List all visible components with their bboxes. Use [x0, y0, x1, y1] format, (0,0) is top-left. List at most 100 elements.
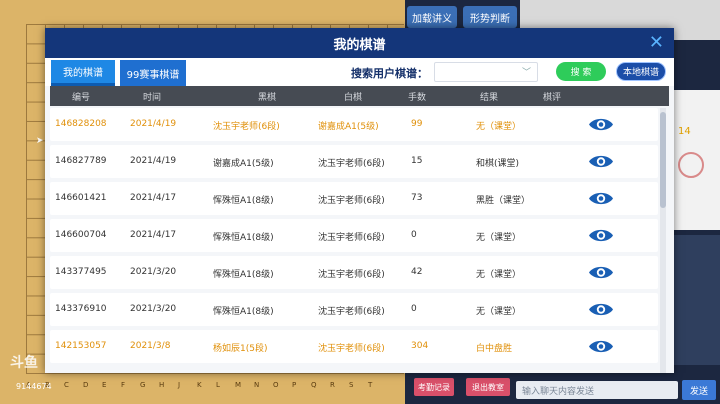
dialog-header: 我的棋谱 ✕	[45, 28, 674, 58]
table-row[interactable]: 143376910 2021/3/20 恽殊恒A1(8级) 沈玉宇老师(6段) 0 无（课…	[50, 293, 658, 326]
record-date: 2021/4/17	[130, 193, 177, 203]
record-date: 2021/4/19	[130, 156, 177, 166]
move-count: 73	[411, 193, 423, 203]
view-review-eye-icon[interactable]	[588, 190, 614, 207]
board-coordinate-label: G	[140, 381, 146, 389]
record-id: 142153057	[55, 341, 107, 351]
record-date: 2021/4/17	[130, 230, 177, 240]
local-records-button[interactable]: 本地棋谱	[616, 62, 666, 81]
board-coordinate-label: O	[273, 381, 279, 389]
view-review-eye-icon[interactable]	[588, 116, 614, 133]
table-row[interactable]: 146827789 2021/4/19 谢嘉成A1(5级) 沈玉宇老师(6段) 15 和棋…	[50, 145, 658, 178]
record-id: 146828208	[55, 119, 107, 129]
white-player: 沈玉宇老师(6段)	[318, 233, 385, 243]
room-id: 9144674	[16, 382, 52, 391]
tab-my-records[interactable]: 我的棋谱	[51, 60, 115, 86]
column-header: 白棋	[344, 92, 363, 103]
chevron-down-icon: ﹀	[521, 68, 531, 78]
white-player: 沈玉宇老师(6段)	[318, 159, 385, 169]
attendance-button[interactable]: 考勤记录	[414, 378, 454, 396]
white-player: 沈玉宇老师(6段)	[318, 270, 385, 280]
view-review-eye-icon[interactable]	[588, 301, 614, 318]
column-header: 编号	[72, 92, 91, 103]
table-header: 编号 时间 黑棋 白棋 手数 结果 棋评	[50, 86, 669, 106]
record-id: 146827789	[55, 156, 107, 166]
board-coordinate-label: M	[235, 381, 242, 389]
table-row[interactable]: 146601421 2021/4/17 恽殊恒A1(8级) 沈玉宇老师(6段) 73 黑胜…	[50, 182, 658, 215]
black-player: 恽殊恒A1(8级)	[213, 307, 274, 317]
table-scrollbar[interactable]	[660, 108, 666, 373]
record-id: 143376910	[55, 304, 107, 314]
chat-panel	[672, 235, 720, 365]
board-coordinate-label: F	[121, 381, 126, 389]
column-header: 棋评	[543, 92, 562, 103]
column-header: 结果	[480, 92, 499, 103]
column-header: 时间	[143, 92, 162, 103]
dialog-title: 我的棋谱	[333, 37, 386, 53]
board-coordinate-label: P	[292, 381, 297, 389]
black-player: 谢嘉成A1(5级)	[213, 159, 274, 169]
brand-logo: 斗鱼	[10, 355, 38, 371]
table-row[interactable]: 142153057 2021/3/8 杨如辰1(5段) 沈玉宇老师(6段) 304 白中盘…	[50, 330, 658, 363]
situation-judge-button[interactable]: 形势判断	[463, 6, 517, 28]
board-coordinate-label: K	[197, 381, 202, 389]
load-handout-button[interactable]: 加载讲义	[407, 6, 457, 28]
exit-class-button[interactable]: 退出教室	[466, 378, 510, 396]
move-count: 42	[411, 267, 423, 277]
result: 无（课堂）	[476, 270, 522, 280]
board-coordinate-label: Q	[311, 381, 317, 389]
result: 无（课堂）	[476, 233, 522, 243]
table-row[interactable]: 143377495 2021/3/20 恽殊恒A1(8级) 沈玉宇老师(6段) 42 无（…	[50, 256, 658, 289]
user-search-select[interactable]: ﹀	[434, 62, 538, 82]
close-icon[interactable]: ✕	[649, 32, 664, 53]
white-player: 沈玉宇老师(6段)	[318, 307, 385, 317]
table-row[interactable]: 146600704 2021/4/17 恽殊恒A1(8级) 沈玉宇老师(6段) 0 无（课…	[50, 219, 658, 252]
dialog-toolbar: 我的棋谱 99赛事棋谱 搜索用户棋谱： ﹀ 搜 索 本地棋谱	[45, 58, 674, 86]
record-date: 2021/3/8	[130, 341, 171, 351]
white-player: 沈玉宇老师(6段)	[318, 344, 385, 354]
board-coordinate-label: E	[102, 381, 107, 389]
black-player: 恽殊恒A1(8级)	[213, 270, 274, 280]
column-header: 手数	[408, 92, 427, 103]
board-coordinate-label: T	[368, 381, 373, 389]
white-player: 沈玉宇老师(6段)	[318, 196, 385, 206]
table-row[interactable]: 146828208 2021/4/19 沈玉宇老师(6段) 谢嘉成A1(5级) 99 无（…	[50, 108, 658, 141]
result: 和棋(课堂)	[476, 159, 520, 169]
send-button[interactable]: 发送	[682, 380, 716, 400]
result: 无（课堂）	[476, 307, 522, 317]
board-coordinate-label: N	[254, 381, 260, 389]
board-coordinate-label: L	[216, 381, 220, 389]
board-coordinate-label: C	[64, 381, 69, 389]
view-review-eye-icon[interactable]	[588, 338, 614, 355]
result: 黑胜（课堂）	[476, 196, 531, 206]
result: 白中盘胜	[476, 344, 513, 354]
move-count: 15	[411, 156, 423, 166]
move-count: 99	[411, 119, 423, 129]
black-player: 沈玉宇老师(6段)	[213, 122, 280, 132]
view-review-eye-icon[interactable]	[588, 153, 614, 170]
view-review-eye-icon[interactable]	[588, 264, 614, 281]
side-info-panel: 14	[672, 90, 720, 230]
black-player: 杨如辰1(5段)	[213, 344, 268, 354]
tab-99-event-records[interactable]: 99赛事棋谱	[120, 60, 186, 86]
chat-input[interactable]: 输入聊天内容发送	[516, 381, 678, 399]
move-count: 0	[411, 304, 417, 314]
record-date: 2021/3/20	[130, 304, 177, 314]
board-coordinate-label: H	[159, 381, 165, 389]
white-player: 谢嘉成A1(5级)	[318, 122, 379, 132]
move-count: 304	[411, 341, 429, 351]
board-coordinate-label: D	[83, 381, 89, 389]
search-button[interactable]: 搜 索	[556, 62, 606, 81]
scrollbar-thumb[interactable]	[660, 112, 666, 208]
result: 无（课堂）	[476, 122, 522, 132]
board-coordinate-label: S	[349, 381, 354, 389]
record-id: 146601421	[55, 193, 107, 203]
record-date: 2021/4/19	[130, 119, 177, 129]
board-coordinates: ABCDEFGHJKLMNOPQRST	[26, 381, 387, 389]
game-records-dialog: 我的棋谱 ✕ 我的棋谱 99赛事棋谱 搜索用户棋谱： ﹀ 搜 索 本地棋谱 编号…	[45, 28, 674, 373]
move-count: 0	[411, 230, 417, 240]
side-number: 14	[678, 126, 691, 137]
seal-icon	[678, 152, 704, 178]
view-review-eye-icon[interactable]	[588, 227, 614, 244]
records-table: 146828208 2021/4/19 沈玉宇老师(6段) 谢嘉成A1(5级) 99 无（…	[50, 108, 658, 373]
